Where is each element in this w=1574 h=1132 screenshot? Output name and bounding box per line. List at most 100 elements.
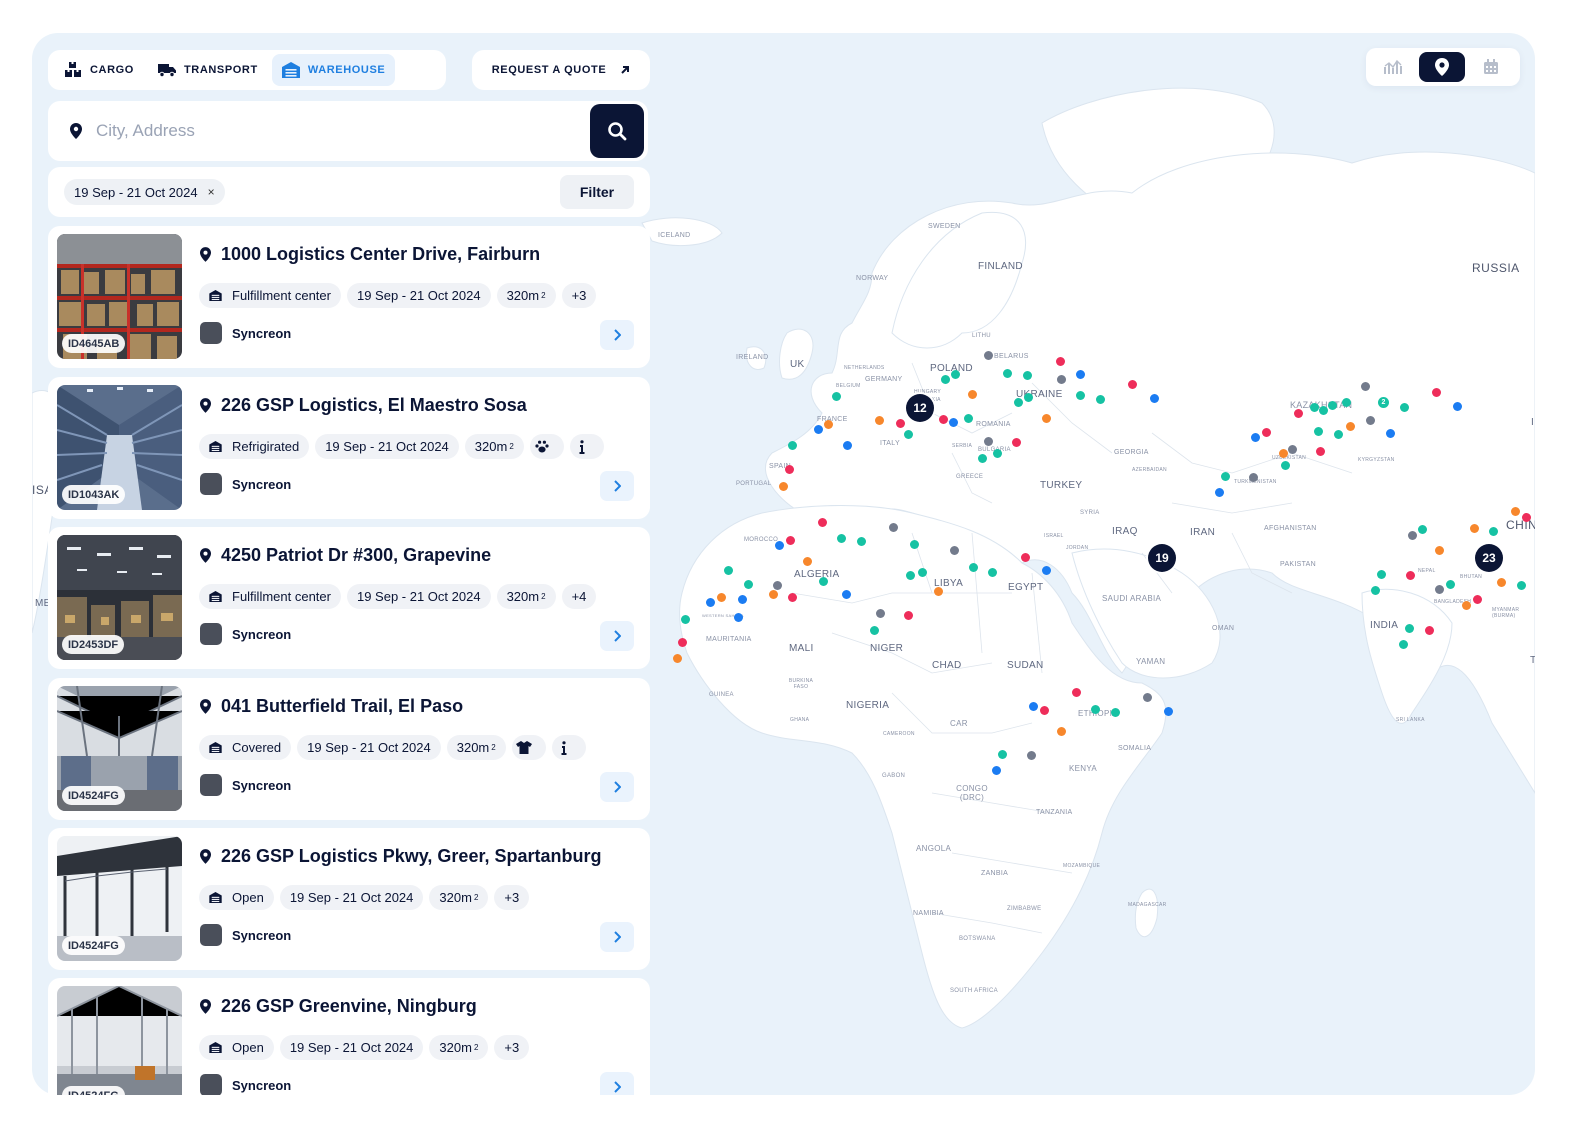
map-marker[interactable] [1149, 393, 1159, 403]
map-marker[interactable] [909, 539, 919, 549]
map-marker[interactable] [1020, 552, 1030, 562]
map-marker[interactable] [933, 586, 943, 596]
map-marker[interactable] [785, 535, 795, 545]
map-marker[interactable] [1022, 370, 1032, 380]
map-marker[interactable] [1431, 387, 1441, 397]
filter-button[interactable]: Filter [560, 175, 634, 209]
map-marker[interactable] [1496, 577, 1506, 587]
map-marker[interactable] [856, 536, 866, 546]
map-marker[interactable] [917, 567, 927, 577]
map-marker[interactable] [983, 436, 993, 446]
map-marker[interactable] [991, 765, 1001, 775]
map-marker[interactable] [1469, 523, 1479, 533]
map-marker[interactable] [1278, 448, 1288, 458]
more-tags-count[interactable]: +3 [494, 1035, 530, 1060]
map-marker[interactable] [1472, 594, 1482, 604]
map-marker[interactable] [992, 448, 1002, 458]
map-marker[interactable] [1075, 369, 1085, 379]
open-listing-button[interactable] [600, 1072, 634, 1095]
map-marker[interactable] [1516, 580, 1526, 590]
map-cluster-marker[interactable]: 23 [1475, 544, 1503, 572]
map-marker[interactable] [1370, 585, 1380, 595]
map-marker[interactable] [1376, 569, 1386, 579]
tab-cargo[interactable]: CARGO [54, 54, 144, 86]
more-tags-count[interactable]: +3 [561, 283, 597, 308]
map-marker[interactable] [1287, 444, 1297, 454]
map-marker[interactable] [1327, 400, 1337, 410]
map-marker[interactable] [1075, 390, 1085, 400]
map-marker[interactable] [1407, 530, 1417, 540]
map-marker[interactable] [1056, 726, 1066, 736]
open-listing-button[interactable] [600, 772, 634, 802]
map-marker[interactable] [768, 589, 778, 599]
open-listing-button[interactable] [600, 621, 634, 651]
map-marker[interactable] [875, 608, 885, 618]
listing-card[interactable]: ID4645AB 1000 Logistics Center Drive, Fa… [48, 226, 650, 368]
map-marker[interactable] [905, 570, 915, 580]
map-marker[interactable] [1341, 397, 1351, 407]
map-marker[interactable] [1313, 426, 1323, 436]
map-marker[interactable] [1039, 705, 1049, 715]
map-marker[interactable] [802, 556, 812, 566]
map-marker[interactable] [1026, 750, 1036, 760]
map-marker[interactable] [787, 592, 797, 602]
map-marker[interactable] [1399, 402, 1409, 412]
map-marker[interactable] [831, 391, 841, 401]
map-marker[interactable] [1398, 639, 1408, 649]
map-marker[interactable] [983, 350, 993, 360]
map-marker[interactable] [1214, 487, 1224, 497]
map-marker[interactable] [723, 565, 733, 575]
map-marker[interactable] [1510, 506, 1520, 516]
map-marker[interactable] [841, 589, 851, 599]
map-marker[interactable] [1090, 704, 1100, 714]
map-marker[interactable] [987, 567, 997, 577]
map-marker[interactable] [705, 597, 715, 607]
map-marker[interactable] [1071, 687, 1081, 697]
map-cluster-marker[interactable]: 12 [906, 394, 934, 422]
listing-card[interactable]: ID4524FG 226 GSP Greenvine, Ningburg Ope… [48, 978, 650, 1095]
map-marker[interactable] [949, 545, 959, 555]
tab-transport[interactable]: TRANSPORT [148, 54, 268, 86]
map-marker[interactable] [948, 417, 958, 427]
map-marker[interactable] [836, 533, 846, 543]
map-marker[interactable] [903, 429, 913, 439]
map-cluster-marker[interactable]: 19 [1148, 544, 1176, 572]
info-tag[interactable] [551, 735, 586, 760]
map-marker[interactable] [1293, 408, 1303, 418]
map-marker[interactable] [1220, 471, 1230, 481]
map-marker[interactable] [1056, 374, 1066, 384]
map-marker[interactable] [950, 369, 960, 379]
map-marker[interactable] [895, 418, 905, 428]
map-marker[interactable] [774, 540, 784, 550]
map-marker[interactable] [1261, 427, 1271, 437]
map-marker[interactable] [1333, 429, 1343, 439]
map-marker[interactable] [1434, 584, 1444, 594]
map-marker[interactable] [1023, 392, 1033, 402]
map-marker[interactable] [940, 374, 950, 384]
map-marker[interactable] [680, 614, 690, 624]
map-marker[interactable] [997, 749, 1007, 759]
map-marker[interactable] [1461, 600, 1471, 610]
map-marker[interactable] [903, 610, 913, 620]
map-marker[interactable] [716, 592, 726, 602]
map-marker[interactable] [1318, 405, 1328, 415]
map-marker[interactable] [813, 424, 823, 434]
map-marker[interactable] [1360, 381, 1370, 391]
map-marker[interactable] [1417, 524, 1427, 534]
open-listing-button[interactable] [600, 320, 634, 350]
map-marker[interactable] [772, 580, 782, 590]
map-marker[interactable] [869, 625, 879, 635]
close-icon[interactable]: × [208, 185, 215, 199]
map-marker[interactable] [1095, 394, 1105, 404]
listing-card[interactable]: ID2453DF 4250 Patriot Dr #300, Grapevine… [48, 527, 650, 669]
analytics-view-button[interactable] [1370, 52, 1417, 82]
listing-card[interactable]: ID1043AK 226 GSP Logistics, El Maestro S… [48, 377, 650, 519]
map-marker[interactable] [874, 415, 884, 425]
listing-card[interactable]: ID4524FG 226 GSP Logistics Pkwy, Greer, … [48, 828, 650, 970]
map-marker[interactable] [823, 419, 833, 429]
date-range-chip[interactable]: 19 Sep - 21 Oct 2024 × [64, 179, 225, 205]
map-marker[interactable] [967, 389, 977, 399]
map-marker[interactable] [817, 517, 827, 527]
map-marker[interactable] [733, 612, 743, 622]
info-tag[interactable] [569, 434, 604, 459]
